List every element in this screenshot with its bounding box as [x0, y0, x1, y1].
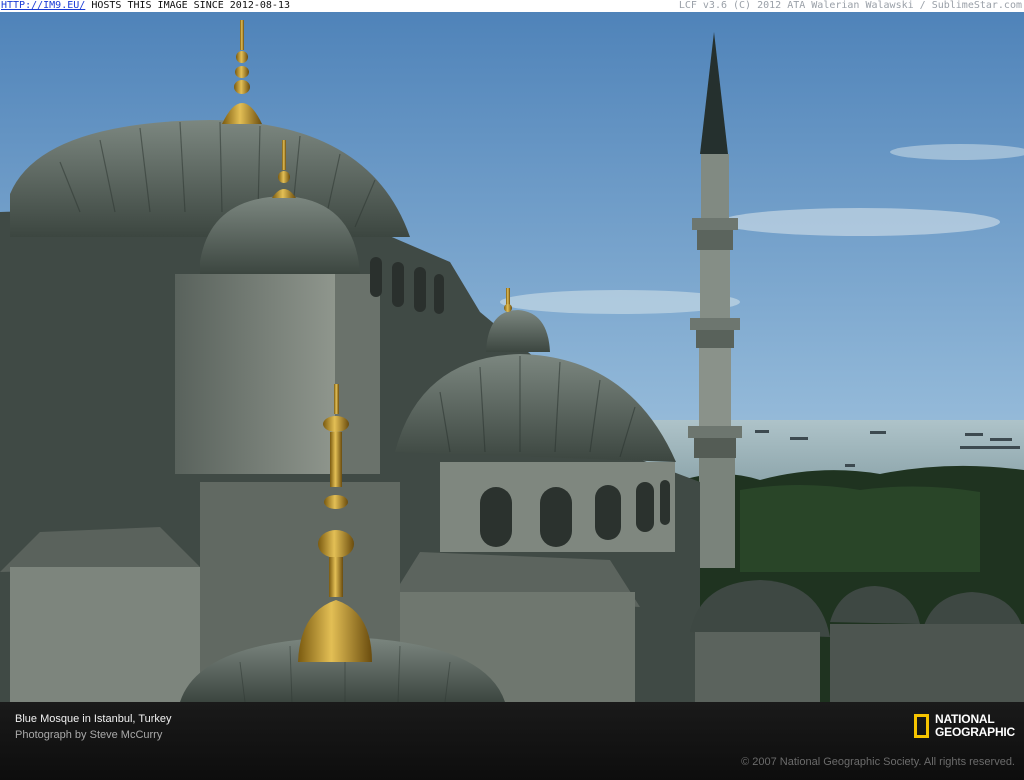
host-banner-left: HTTP://IM9.EU/ HOSTS THIS IMAGE SINCE 20…: [0, 0, 290, 12]
logo-line-2: GEOGRAPHIC: [935, 725, 1016, 739]
image-viewer-page: HTTP://IM9.EU/ HOSTS THIS IMAGE SINCE 20…: [0, 0, 1024, 780]
host-link[interactable]: HTTP://IM9.EU/: [1, 0, 85, 11]
national-geographic-logo: NATIONAL GEOGRAPHIC: [914, 712, 1015, 740]
yellow-frame-icon: [914, 714, 929, 738]
mosque-photo: [0, 12, 1024, 702]
photo-illustration: [0, 12, 1024, 702]
host-banner: HTTP://IM9.EU/ HOSTS THIS IMAGE SINCE 20…: [0, 0, 1024, 12]
logo-wordmark: NATIONAL GEOGRAPHIC: [935, 713, 1015, 739]
host-since-text: HOSTS THIS IMAGE SINCE 2012-08-13: [85, 0, 290, 11]
viewer-credit-text: LCF v3.6 (C) 2012 ATA Walerian Walawski …: [678, 0, 1022, 11]
photo-title: Blue Mosque in Istanbul, Turkey: [15, 713, 172, 725]
caption-bar: Blue Mosque in Istanbul, Turkey Photogra…: [0, 702, 1024, 780]
copyright-text: © 2007 National Geographic Society. All …: [741, 756, 1015, 768]
photo-credit: Photograph by Steve McCurry: [15, 729, 163, 741]
